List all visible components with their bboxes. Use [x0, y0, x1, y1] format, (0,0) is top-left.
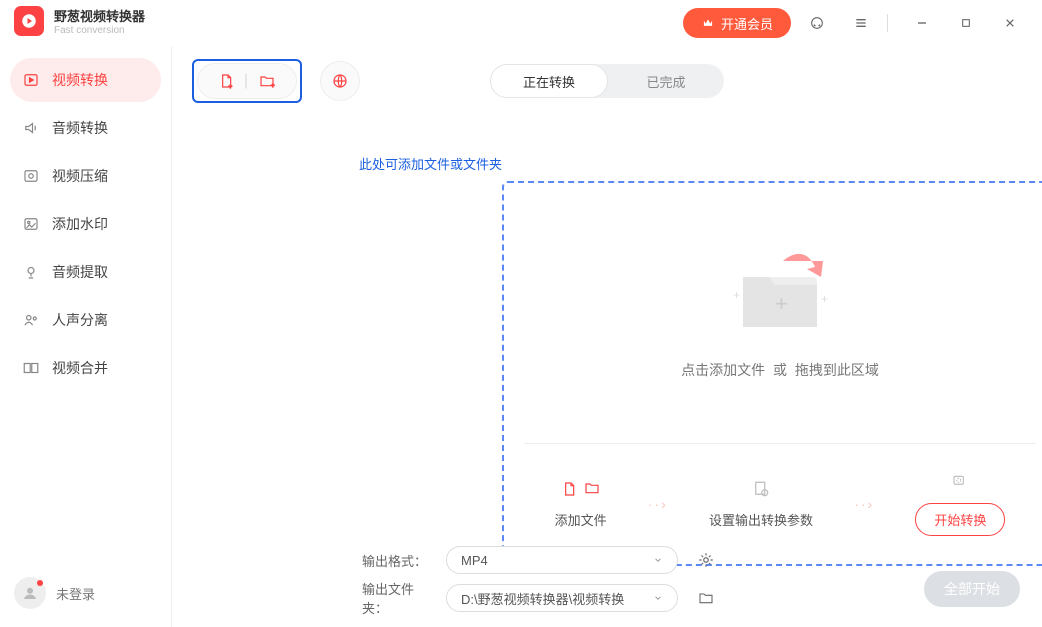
drop-prompt: 点击添加文件 或 拖拽到此区域	[681, 360, 879, 380]
add-watermark-icon	[22, 215, 40, 233]
step-set-params: 设置输出转换参数	[709, 480, 813, 529]
main-area: + | + 正在转换 已完成 此处可添加文件或文件夹	[172, 46, 1042, 627]
svg-text:+: +	[229, 84, 233, 90]
add-file-icon: +	[218, 72, 234, 90]
sidebar: 野葱视频转换器 Fast conversion 视频转换音频转换视频压缩添加水印…	[0, 46, 172, 627]
video-convert-icon	[22, 71, 40, 89]
nav-label: 视频转换	[52, 70, 108, 90]
avatar-icon	[14, 577, 46, 609]
video-compress-icon	[22, 167, 40, 185]
svg-text:+: +	[775, 291, 788, 316]
nav-label: 人声分离	[52, 310, 108, 330]
app-subtitle: Fast conversion	[54, 25, 145, 36]
audio-convert-icon	[22, 119, 40, 137]
start-convert-button[interactable]: 开始转换	[915, 503, 1005, 536]
support-icon[interactable]	[799, 5, 835, 41]
chevron-down-icon	[653, 593, 663, 603]
output-folder-label: 输出文件夹：	[362, 579, 438, 617]
step-add-file: 添加文件	[555, 480, 607, 529]
user-login[interactable]: 未登录	[14, 577, 95, 609]
nav-label: 音频提取	[52, 262, 108, 282]
output-format-label: 输出格式：	[362, 551, 438, 570]
maximize-button[interactable]	[948, 5, 984, 41]
menu-icon[interactable]	[843, 5, 879, 41]
sidebar-item-audio-extract[interactable]: 音频提取	[10, 250, 161, 294]
step-arrow-icon: ··›	[648, 496, 668, 512]
drop-zone[interactable]: + + + 点击添加文件 或 拖拽到此区域	[502, 181, 1042, 566]
sidebar-item-video-compress[interactable]: 视频压缩	[10, 154, 161, 198]
tab-converting[interactable]: 正在转换	[490, 64, 608, 98]
file-add-icon	[561, 480, 577, 498]
tab-completed[interactable]: 已完成	[608, 64, 724, 98]
output-format-select[interactable]: MP4	[446, 546, 678, 574]
login-label: 未登录	[56, 584, 95, 603]
add-file-folder-highlight: + | +	[192, 59, 302, 103]
start-all-button[interactable]: 全部开始	[924, 571, 1020, 607]
close-button[interactable]	[992, 5, 1028, 41]
camera-icon	[949, 473, 971, 489]
folder-add-icon	[583, 480, 601, 496]
nav-label: 添加水印	[52, 214, 108, 234]
open-folder-button[interactable]	[686, 590, 726, 606]
drop-folder-icon: + + +	[725, 247, 835, 342]
logo-icon	[14, 6, 44, 36]
nav-label: 视频合并	[52, 358, 108, 378]
app-title: 野葱视频转换器	[54, 6, 145, 25]
step-arrow-icon: ··›	[854, 496, 874, 512]
add-folder-icon: +	[258, 73, 276, 89]
svg-text:+: +	[733, 288, 740, 302]
nav-label: 音频转换	[52, 118, 108, 138]
sidebar-item-video-merge[interactable]: 视频合并	[10, 346, 161, 390]
settings-file-icon	[751, 480, 771, 498]
sidebar-item-voice-separation[interactable]: 人声分离	[10, 298, 161, 342]
vip-label: 开通会员	[721, 14, 773, 33]
add-file-folder-button[interactable]: + | +	[197, 63, 297, 99]
app-logo: 野葱视频转换器 Fast conversion	[0, 6, 159, 50]
minimize-button[interactable]	[904, 5, 940, 41]
sidebar-item-add-watermark[interactable]: 添加水印	[10, 202, 161, 246]
chevron-down-icon	[653, 555, 663, 565]
format-settings-button[interactable]	[686, 551, 726, 569]
svg-text:+: +	[821, 292, 828, 306]
step-start: 开始转换	[915, 473, 1005, 536]
add-hint-caption: 此处可添加文件或文件夹	[359, 154, 502, 173]
output-folder-select[interactable]: D:\野葱视频转换器\视频转换	[446, 584, 678, 612]
video-merge-icon	[22, 359, 40, 377]
add-url-button[interactable]	[320, 61, 360, 101]
status-segmented: 正在转换 已完成	[490, 64, 724, 98]
sidebar-item-audio-convert[interactable]: 音频转换	[10, 106, 161, 150]
separator	[887, 14, 888, 32]
svg-text:+: +	[271, 84, 275, 89]
audio-extract-icon	[22, 263, 40, 281]
nav-label: 视频压缩	[52, 166, 108, 186]
open-vip-button[interactable]: 开通会员	[683, 8, 791, 38]
sidebar-item-video-convert[interactable]: 视频转换	[10, 58, 161, 102]
voice-separation-icon	[22, 311, 40, 329]
